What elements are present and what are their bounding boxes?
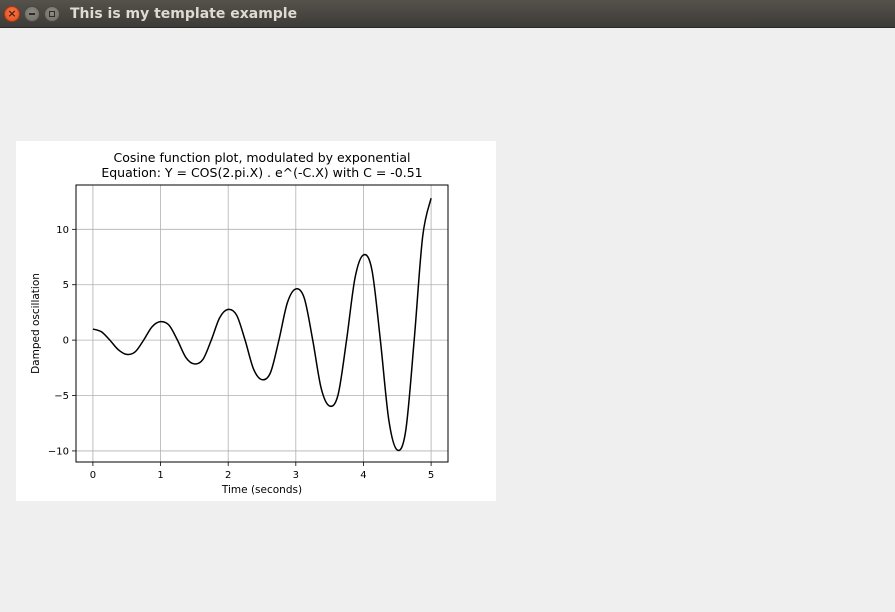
y-tick-label: 0 [63,336,69,347]
chart-svg: 0 1 2 3 4 5 −10 −5 0 5 10 Cosine function plot, mo… [30,150,449,496]
chart-ticks: 0 1 2 3 4 5 −10 −5 0 5 10 [48,225,434,481]
window-maximize-button[interactable] [44,6,60,22]
y-tick-label: −10 [48,446,69,457]
chart-grid [76,185,448,462]
series-line [92,198,432,452]
x-tick-label: 3 [293,470,299,481]
x-tick-label: 5 [428,470,434,481]
close-icon: × [7,7,17,20]
chart-series [92,198,432,452]
window-minimize-button[interactable] [24,6,40,22]
window-close-button[interactable]: × [4,6,20,22]
x-tick-label: 1 [157,470,163,481]
y-axis-label: Damped oscillation [30,273,42,374]
x-tick-label: 0 [90,470,96,481]
minimize-icon [29,13,35,15]
plot-area-frame [75,184,449,463]
maximize-icon [49,11,55,17]
chart-title: Cosine function plot, modulated by expon… [114,150,411,165]
x-tick-label: 4 [360,470,366,481]
y-tick-label: 10 [56,225,69,236]
window-titlebar: × This is my template example [0,0,895,28]
window-title: This is my template example [70,6,298,22]
y-tick-label: 5 [63,280,69,291]
x-axis-label: Time (seconds) [221,484,302,496]
chart-subtitle: Equation: Y = COS(2.pi.X) . e^(-C.X) wit… [101,165,422,180]
y-tick-label: −5 [54,391,69,402]
chart-figure: 0 1 2 3 4 5 −10 −5 0 5 10 Cosine function plot, mo… [16,141,496,501]
x-tick-label: 2 [225,470,231,481]
